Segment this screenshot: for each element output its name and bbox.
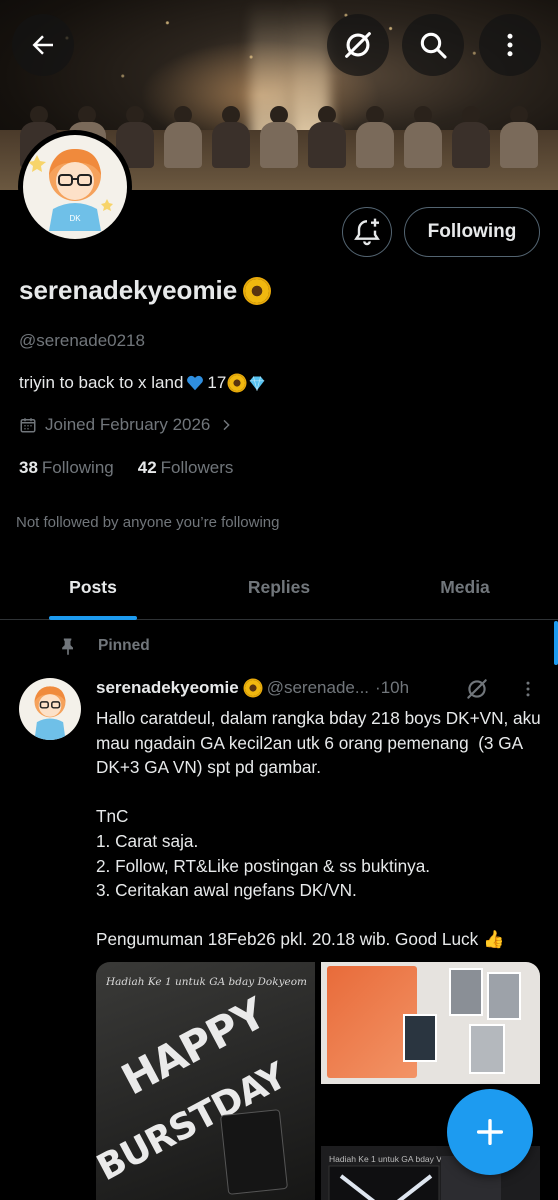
post-image-2[interactable] <box>321 962 540 1084</box>
avatar-illustration: DK <box>23 135 127 239</box>
grok-icon <box>467 679 487 699</box>
following-label: Following <box>41 458 114 477</box>
sunflower-icon <box>244 680 261 696</box>
following-count: 38 <box>19 458 38 477</box>
followers-stat[interactable]: 42 Followers <box>138 458 234 478</box>
grok-post-button[interactable] <box>464 676 490 707</box>
banner-person <box>212 106 250 168</box>
post-image-1[interactable]: Hadiah Ke 1 untuk GA bday Dokyeom HAPPY … <box>96 962 315 1200</box>
sunflower-icon <box>245 278 270 303</box>
tab-replies[interactable]: Replies <box>186 556 372 619</box>
joined-date[interactable]: Joined February 2026 <box>19 415 234 435</box>
post-more-button[interactable] <box>518 678 538 705</box>
compose-fab[interactable] <box>447 1089 533 1175</box>
banner-person <box>404 106 442 168</box>
bell-plus-icon <box>354 218 380 246</box>
followers-count: 42 <box>137 458 157 477</box>
grok-button[interactable] <box>327 14 389 76</box>
display-name-row: serenadekyeomie <box>19 275 270 306</box>
profile-tabs: Posts Replies Media <box>0 556 558 620</box>
follow-stats: 38 Following 42 Followers <box>19 458 233 478</box>
profile-avatar[interactable]: DK <box>18 130 132 244</box>
profile-handle: @serenade0218 <box>19 331 145 350</box>
post-text: Hallo caratdeul, dalam rangka bday 218 b… <box>96 708 541 950</box>
search-icon <box>420 32 447 59</box>
more-vertical-icon <box>507 33 513 57</box>
image-album <box>219 1109 289 1195</box>
avatar-badge-text: DK <box>69 214 81 223</box>
following-stat[interactable]: 38 Following <box>19 458 114 478</box>
banner-person <box>452 106 490 168</box>
photocard <box>487 972 521 1020</box>
banner-person <box>308 106 346 168</box>
banner-person <box>356 106 394 168</box>
followers-label: Followers <box>160 458 234 477</box>
blue-heart-icon <box>187 375 204 391</box>
pinned-label: Pinned <box>58 636 150 656</box>
photocard <box>469 1024 505 1074</box>
chevron-right-icon <box>223 419 231 431</box>
following-button[interactable]: Following <box>404 207 540 257</box>
image-caption: Hadiah Ke 1 untuk GA bday Dokyeom <box>106 976 308 988</box>
scroll-indicator[interactable] <box>554 621 558 665</box>
more-options-button[interactable] <box>479 14 541 76</box>
tab-media[interactable]: Media <box>372 556 558 619</box>
joined-text: Joined February 2026 <box>45 415 211 434</box>
sunflower-icon <box>229 375 246 391</box>
post-author-name[interactable]: serenadekyeomie <box>96 678 239 698</box>
pinned-text: Pinned <box>98 637 150 654</box>
photocard <box>449 968 483 1016</box>
bio-text: triyin to back to x land <box>19 373 184 392</box>
bio-number: 17 <box>207 373 227 392</box>
plus-icon <box>476 1118 504 1146</box>
pin-icon <box>62 638 73 656</box>
grok-icon <box>345 32 371 58</box>
not-followed-notice: Not followed by anyone you’re following <box>16 514 280 531</box>
arrow-left-icon <box>32 35 53 55</box>
photocard <box>403 1014 437 1062</box>
profile-bio: triyin to back to x land 17 <box>19 373 266 393</box>
banner-person <box>260 106 298 168</box>
post-author-avatar[interactable] <box>19 678 81 740</box>
avatar-character <box>34 686 66 740</box>
search-button[interactable] <box>402 14 464 76</box>
tab-posts[interactable]: Posts <box>0 556 186 619</box>
post-time[interactable]: ·10h <box>375 678 409 698</box>
display-name: serenadekyeomie <box>19 275 238 305</box>
banner-person <box>500 106 538 168</box>
notifications-bell-button[interactable] <box>342 207 392 257</box>
back-button[interactable] <box>12 14 74 76</box>
more-vertical-icon <box>526 681 530 697</box>
post-author-handle[interactable]: @serenade... <box>267 678 369 698</box>
calendar-icon <box>20 418 36 433</box>
gem-icon <box>250 376 265 391</box>
avatar-character: DK <box>28 149 113 231</box>
banner-person <box>164 106 202 168</box>
